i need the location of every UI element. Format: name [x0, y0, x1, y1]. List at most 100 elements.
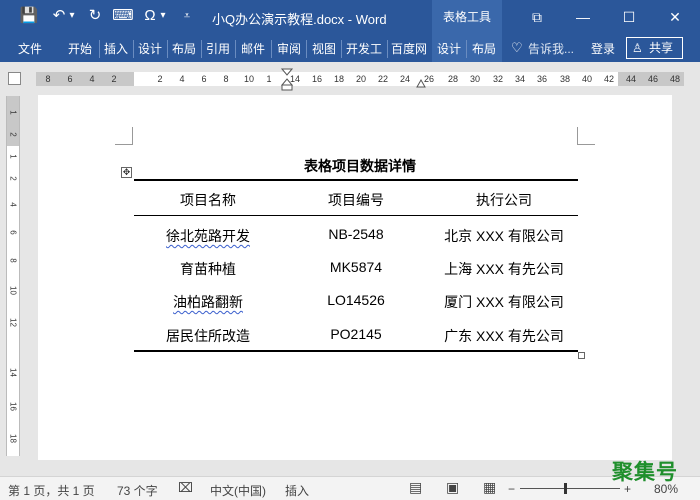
tab-separator — [306, 40, 307, 58]
format-painter-icon[interactable]: ⌨ — [112, 5, 134, 27]
tab-review[interactable]: 审阅 — [277, 40, 301, 58]
redo-icon[interactable]: ↻ — [84, 5, 106, 27]
tab-separator — [341, 40, 342, 58]
customize-toolbar-icon[interactable]: ⩡ — [176, 5, 198, 27]
ruler-tick: 4 — [179, 74, 185, 84]
table-cell[interactable]: 居民住所改造 — [134, 326, 282, 346]
sign-in-link[interactable]: 登录 — [591, 40, 615, 58]
tab-separator — [133, 40, 134, 58]
save-icon[interactable]: 💾 — [18, 5, 40, 27]
tab-file[interactable]: 文件 — [18, 40, 42, 58]
tab-mailings[interactable]: 邮件 — [241, 40, 265, 58]
table-move-handle-icon[interactable]: ✥ — [121, 167, 132, 178]
tab-separator — [387, 40, 388, 58]
table-cell[interactable]: LO14526 — [282, 292, 430, 308]
table-header-border — [134, 215, 578, 216]
ruler-tick: 14 — [8, 368, 18, 377]
ruler-tick: 1 — [8, 154, 18, 159]
ruler-tick: 16 — [8, 402, 18, 411]
table-cell[interactable]: 北京 XXX 有限公司 — [430, 226, 578, 246]
table-title: 表格项目数据详情 — [304, 158, 416, 174]
page-count[interactable]: 第 1 页，共 1 页 — [8, 482, 95, 499]
read-mode-icon[interactable]: ▤ — [409, 479, 422, 496]
zoom-slider[interactable] — [520, 488, 620, 489]
ruler-tick: 40 — [581, 74, 592, 84]
ruler-area: 8 6 4 2 2 4 6 8 10 1 14 16 18 20 22 24 2… — [0, 62, 700, 91]
tab-table-design[interactable]: 设计 — [437, 40, 461, 58]
ruler-tick: 22 — [377, 74, 388, 84]
table-header-cell[interactable]: 项目名称 — [134, 190, 282, 210]
tab-references[interactable]: 引用 — [206, 40, 230, 58]
language-indicator[interactable]: 中文(中国) — [210, 482, 266, 499]
share-button[interactable]: ♙ 共享 — [626, 37, 683, 59]
tab-developer[interactable]: 开发工 — [346, 40, 382, 58]
word-count[interactable]: 73 个字 — [117, 482, 158, 499]
ruler-tick: 2 — [157, 74, 163, 84]
ruler-tick: 20 — [355, 74, 366, 84]
document-page[interactable]: ✥ 表格项目数据详情 项目名称 项目编号 执行公司 徐北苑路开发 NB-2548… — [38, 95, 672, 460]
tab-selector[interactable] — [8, 72, 21, 85]
tab-home[interactable]: 开始 — [68, 40, 92, 58]
table-cell[interactable]: 油柏路翻新 — [134, 292, 282, 312]
cell-text: 油柏路翻新 — [173, 294, 243, 310]
tab-separator — [201, 40, 202, 58]
table-cell[interactable]: 广东 XXX 有先公司 — [430, 326, 578, 346]
table-cell[interactable]: 徐北苑路开发 — [134, 226, 282, 246]
indent-marker-icon[interactable] — [281, 68, 293, 92]
person-icon: ♙ — [632, 41, 643, 55]
zoom-out-icon[interactable]: − — [508, 482, 515, 496]
ruler-tick: 32 — [492, 74, 503, 84]
ruler-tick: 1 — [266, 74, 272, 84]
horizontal-ruler[interactable]: 8 6 4 2 2 4 6 8 10 1 14 16 18 20 22 24 2… — [36, 68, 684, 91]
table-header-cell[interactable]: 执行公司 — [430, 190, 578, 210]
ruler-tick: 18 — [333, 74, 344, 84]
table-cell[interactable]: MK5874 — [282, 259, 430, 275]
maximize-icon[interactable]: ☐ — [606, 0, 652, 34]
table-cell[interactable]: PO2145 — [282, 326, 430, 342]
ruler-tick: 2 — [111, 74, 117, 84]
cell-text: 徐北苑路开发 — [166, 228, 250, 244]
tell-me-box[interactable]: 告诉我... — [528, 40, 574, 58]
tab-view[interactable]: 视图 — [312, 40, 336, 58]
zoom-slider-thumb[interactable] — [564, 483, 567, 494]
tab-layout[interactable]: 布局 — [172, 40, 196, 58]
table-cell[interactable]: 厦门 XXX 有限公司 — [430, 292, 578, 312]
undo-dropdown-icon[interactable]: ▾ — [66, 5, 78, 27]
ruler-tick: 28 — [447, 74, 458, 84]
ruler-tick: 8 — [45, 74, 51, 84]
column-marker-icon[interactable] — [416, 78, 426, 88]
ruler-tick: 6 — [8, 230, 18, 235]
close-icon[interactable]: ✕ — [652, 0, 698, 34]
tab-design[interactable]: 设计 — [138, 40, 162, 58]
print-layout-icon[interactable]: ▣ — [446, 479, 459, 496]
ruler-tick: 6 — [67, 74, 73, 84]
tab-insert[interactable]: 插入 — [104, 40, 128, 58]
ribbon-display-icon[interactable]: ⧉ — [514, 0, 560, 34]
ruler-tick: 42 — [603, 74, 614, 84]
watermark-logo: 聚集号 — [612, 461, 678, 484]
ruler-tick: 10 — [8, 286, 18, 295]
table-cell[interactable]: 育苗种植 — [134, 259, 282, 279]
title-bar: 💾 ↶ ▾ ↻ ⌨ Ω ▾ ⩡ 小Q办公演示教程.docx - Word 表格工… — [0, 0, 700, 34]
vertical-ruler[interactable]: 1 2 1 2 4 6 8 10 12 14 16 18 — [6, 96, 20, 456]
minimize-icon[interactable]: — — [560, 0, 606, 34]
table-tools-label: 表格工具 — [432, 0, 502, 34]
ruler-tick: 38 — [559, 74, 570, 84]
table-cell[interactable]: NB-2548 — [282, 226, 430, 242]
ruler-tick: 36 — [536, 74, 547, 84]
table-resize-handle[interactable] — [578, 352, 585, 359]
ruler-tick: 10 — [243, 74, 254, 84]
ruler-tick: 8 — [8, 258, 18, 263]
tab-separator — [235, 40, 236, 58]
table-top-border — [134, 179, 578, 181]
tab-table-layout[interactable]: 布局 — [472, 40, 496, 58]
tab-baidu-netdisk[interactable]: 百度网 — [391, 40, 427, 58]
symbol-dropdown-icon[interactable]: ▾ — [157, 5, 169, 27]
web-layout-icon[interactable]: ▦ — [483, 479, 496, 496]
insert-mode[interactable]: 插入 — [285, 482, 309, 499]
share-label: 共享 — [649, 41, 674, 55]
table-header-cell[interactable]: 项目编号 — [282, 190, 430, 210]
proofing-icon[interactable]: ⌧ — [178, 480, 193, 496]
table-cell[interactable]: 上海 XXX 有先公司 — [430, 259, 578, 279]
ruler-tick: 2 — [8, 176, 18, 181]
